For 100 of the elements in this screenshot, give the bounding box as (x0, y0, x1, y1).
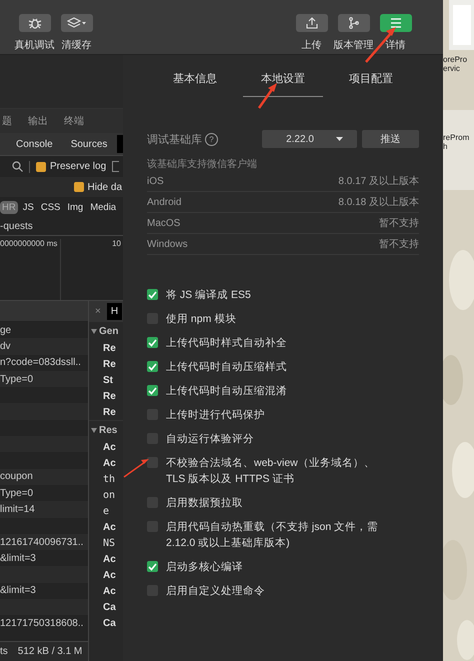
branch-icon (348, 17, 360, 29)
button-label: 版本管理 (334, 38, 374, 52)
request-row[interactable]: limit=14 (0, 501, 88, 518)
panel-tab[interactable]: 终端 (64, 114, 84, 128)
option-label[interactable]: 不校验合法域名、web-view（业务域名）、TLS 版本以及 HTTPS 证书 (166, 455, 391, 487)
header-value: e (103, 506, 110, 516)
menu-icon (390, 18, 402, 28)
request-row[interactable]: &limit=3 (0, 582, 88, 600)
request-name[interactable]: n?code=083dssll.. (0, 357, 81, 368)
request-row[interactable]: 12161740096731.. (0, 534, 88, 550)
status-text: ts (0, 646, 8, 657)
caret-icon[interactable] (91, 428, 97, 432)
preserve-log-checkbox[interactable]: Preserve log (36, 161, 106, 172)
platform-version: 8.0.18 及以上版本 (338, 196, 419, 209)
header-value: th (103, 474, 116, 484)
search-icon[interactable] (12, 161, 23, 172)
request-name[interactable]: 12161740096731.. (0, 536, 84, 548)
checkbox[interactable] (147, 457, 158, 468)
layers-button[interactable] (60, 14, 92, 32)
request-name[interactable]: 12171750318608.. (0, 618, 84, 629)
panel-tab[interactable]: 输出 (28, 114, 48, 128)
option-label[interactable]: 启用数据预拉取 (166, 495, 391, 511)
checkbox[interactable] (112, 161, 120, 172)
caret-icon[interactable] (91, 328, 97, 334)
requests-label: -quests (0, 220, 33, 232)
support-note: 该基础库支持微信客户端 (147, 158, 258, 171)
annotation-arrow (124, 459, 149, 478)
panel-tab[interactable]: 题 (2, 114, 12, 128)
checkbox[interactable] (74, 182, 84, 192)
settings-tab[interactable]: 项目配置 (331, 71, 411, 97)
checkbox[interactable] (147, 561, 158, 572)
header-key: Re (103, 358, 116, 370)
option-label[interactable]: 上传代码时自动压缩混淆 (166, 383, 391, 399)
option-label[interactable]: 将 JS 编译成 ES5 (166, 287, 391, 303)
file-label: orePro (443, 55, 468, 64)
option-label[interactable]: 上传时进行代码保护 (166, 407, 391, 423)
file-label: h (443, 142, 448, 151)
option-label[interactable]: 上传代码时样式自动补全 (166, 335, 391, 351)
option-label[interactable]: 启用代码自动热重载（不支持 json 文件，需 2.12.0 或以上基础库版本) (166, 519, 391, 551)
filter-chip[interactable]: Media (88, 200, 118, 214)
request-row[interactable]: 12171750318608.. (0, 615, 88, 632)
bug-icon (28, 17, 42, 29)
devtools-tab[interactable]: Console (16, 138, 53, 150)
file-label: ervic (443, 64, 461, 73)
request-name[interactable]: Type=0 (0, 374, 34, 385)
button-label: 真机调试 (14, 38, 54, 52)
option-label[interactable]: 使用 npm 模块 (166, 311, 391, 327)
request-row[interactable]: ge (0, 322, 88, 338)
request-name[interactable]: ge (0, 324, 12, 336)
version-dropdown[interactable]: 2.22.0 (262, 130, 357, 148)
request-row[interactable]: n?code=083dssll.. (0, 354, 88, 371)
layers-icon (66, 17, 86, 29)
request-row[interactable]: coupon (0, 468, 88, 485)
hide-data-checkbox[interactable]: Hide da (74, 182, 122, 192)
request-row[interactable]: &limit=3 (0, 550, 88, 566)
section-title[interactable]: Res (99, 424, 118, 436)
section-title[interactable]: Gen (99, 326, 118, 336)
platform-version: 暂不支持 (379, 238, 419, 251)
platform-name: MacOS (147, 218, 180, 228)
tab-marker (117, 135, 123, 153)
request-row[interactable]: dv (0, 338, 88, 355)
annotation-arrow (258, 83, 277, 109)
header-key: Ac (103, 586, 116, 596)
checkbox[interactable] (147, 337, 158, 348)
option-label[interactable]: 自动运行体验评分 (166, 431, 391, 447)
close-button[interactable]: × (95, 306, 101, 316)
request-row[interactable]: Type=0 (0, 484, 88, 502)
checkbox[interactable] (147, 385, 158, 396)
file-label: reProm (443, 133, 470, 142)
request-name[interactable]: coupon (0, 471, 33, 482)
request-name[interactable]: &limit=3 (0, 552, 36, 564)
checkbox[interactable] (147, 289, 158, 300)
button-label: 上传 (302, 38, 322, 52)
request-row[interactable]: Type=0 (0, 370, 88, 388)
request-name[interactable]: limit=14 (0, 504, 35, 515)
filter-chip[interactable]: Img (65, 200, 86, 214)
push-button[interactable]: 推送 (362, 130, 419, 148)
button-label: 详情 (386, 38, 406, 52)
filter-chip[interactable]: CSS (38, 200, 62, 214)
request-name[interactable]: dv (0, 340, 11, 352)
devtools-tab[interactable]: Sources (70, 138, 108, 150)
bug-button[interactable] (18, 14, 50, 32)
checkbox[interactable] (36, 162, 46, 172)
branch-button[interactable] (338, 14, 370, 32)
upload-button[interactable] (296, 14, 328, 32)
option-label[interactable]: 上传代码时自动压缩样式 (166, 359, 391, 375)
caret-icon (336, 137, 343, 141)
header-key: Ac (103, 570, 116, 580)
checkbox[interactable] (147, 361, 158, 372)
settings-tab[interactable]: 基本信息 (155, 71, 235, 97)
help-icon[interactable]: ? (205, 132, 218, 146)
header-value: NS (103, 538, 116, 548)
request-name[interactable]: &limit=3 (0, 585, 36, 596)
option-label[interactable]: 启用自定义处理命令 (166, 583, 391, 599)
request-name[interactable]: Type=0 (0, 488, 34, 499)
platform-version: 8.0.17 及以上版本 (338, 174, 419, 188)
option-label[interactable]: 启动多核心编译 (166, 559, 391, 575)
menu-button[interactable] (380, 14, 412, 32)
filter-chip[interactable]: JS (20, 200, 36, 214)
headers-tab[interactable]: H (106, 302, 122, 320)
